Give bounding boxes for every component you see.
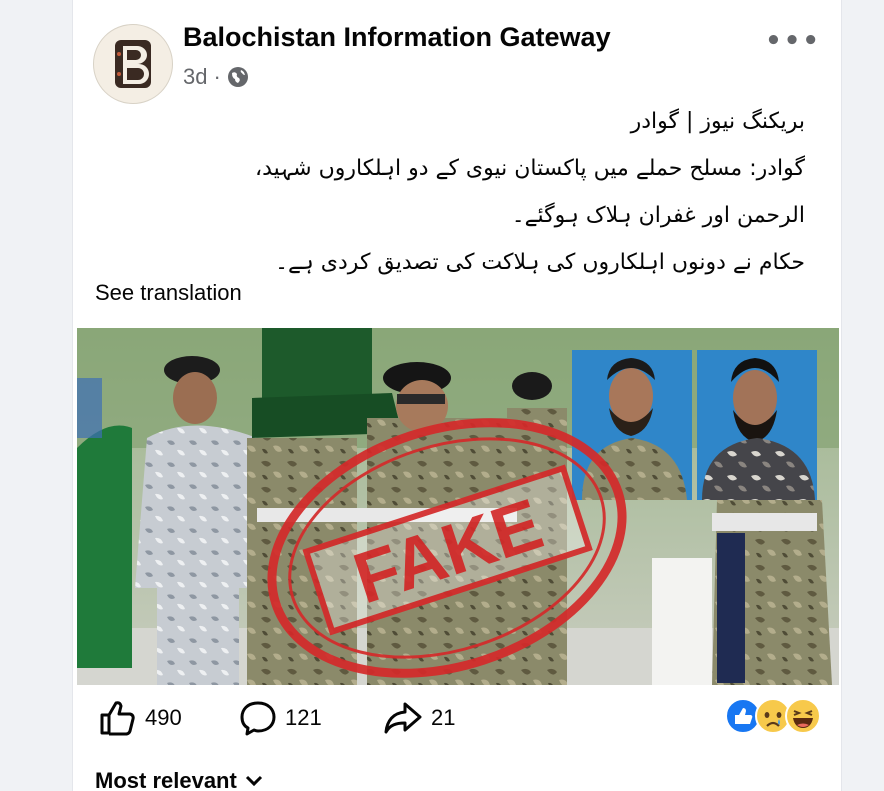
post-text-line: گوادر: مسلح حملے میں پاکستان نیوی کے دو …: [255, 156, 805, 181]
comments-sort-dropdown[interactable]: Most relevant: [95, 768, 263, 791]
post-text-line: حکام نے دونوں اہلکاروں کی ہلاکت کی تصدیق…: [275, 250, 805, 275]
post-card: Balochistan Information Gateway 3d · •••…: [72, 0, 842, 791]
post-time[interactable]: 3d: [183, 64, 207, 90]
comment-button[interactable]: 121: [239, 700, 322, 736]
post-image[interactable]: FAKE: [77, 328, 839, 685]
post-text-line: الرحمن اور غفران ہلاک ہوگئے۔: [511, 203, 805, 228]
share-button[interactable]: 21: [383, 700, 455, 736]
post-actions: 490 121 21: [73, 690, 841, 750]
post-text: بریکنگ نیوز | گوادر گوادر: مسلح حملے میں…: [105, 98, 805, 286]
comment-icon: [240, 701, 276, 736]
share-count: 21: [431, 705, 456, 730]
see-translation-link[interactable]: See translation: [95, 280, 242, 306]
soldier-portrait-2: [697, 350, 832, 685]
page-avatar[interactable]: [93, 24, 173, 104]
post-photo-illustration: FAKE: [77, 328, 839, 685]
more-options-icon[interactable]: •••: [765, 26, 821, 56]
page-name[interactable]: Balochistan Information Gateway: [183, 22, 611, 53]
comment-count: 121: [285, 705, 322, 730]
share-icon: [384, 702, 422, 734]
page-logo-icon: [115, 40, 151, 88]
like-button[interactable]: 490: [99, 700, 182, 736]
reactions-summary[interactable]: [725, 698, 821, 738]
meta-separator: ·: [213, 64, 221, 89]
comments-sort-label: Most relevant: [95, 768, 237, 791]
post-meta: 3d ·: [183, 64, 249, 90]
thumbs-up-icon: [100, 701, 135, 736]
haha-reaction-icon: [785, 698, 821, 738]
globe-icon[interactable]: [227, 66, 249, 88]
like-count: 490: [145, 705, 182, 730]
post-text-line: بریکنگ نیوز | گوادر: [630, 109, 805, 134]
chevron-down-icon: [245, 775, 262, 787]
